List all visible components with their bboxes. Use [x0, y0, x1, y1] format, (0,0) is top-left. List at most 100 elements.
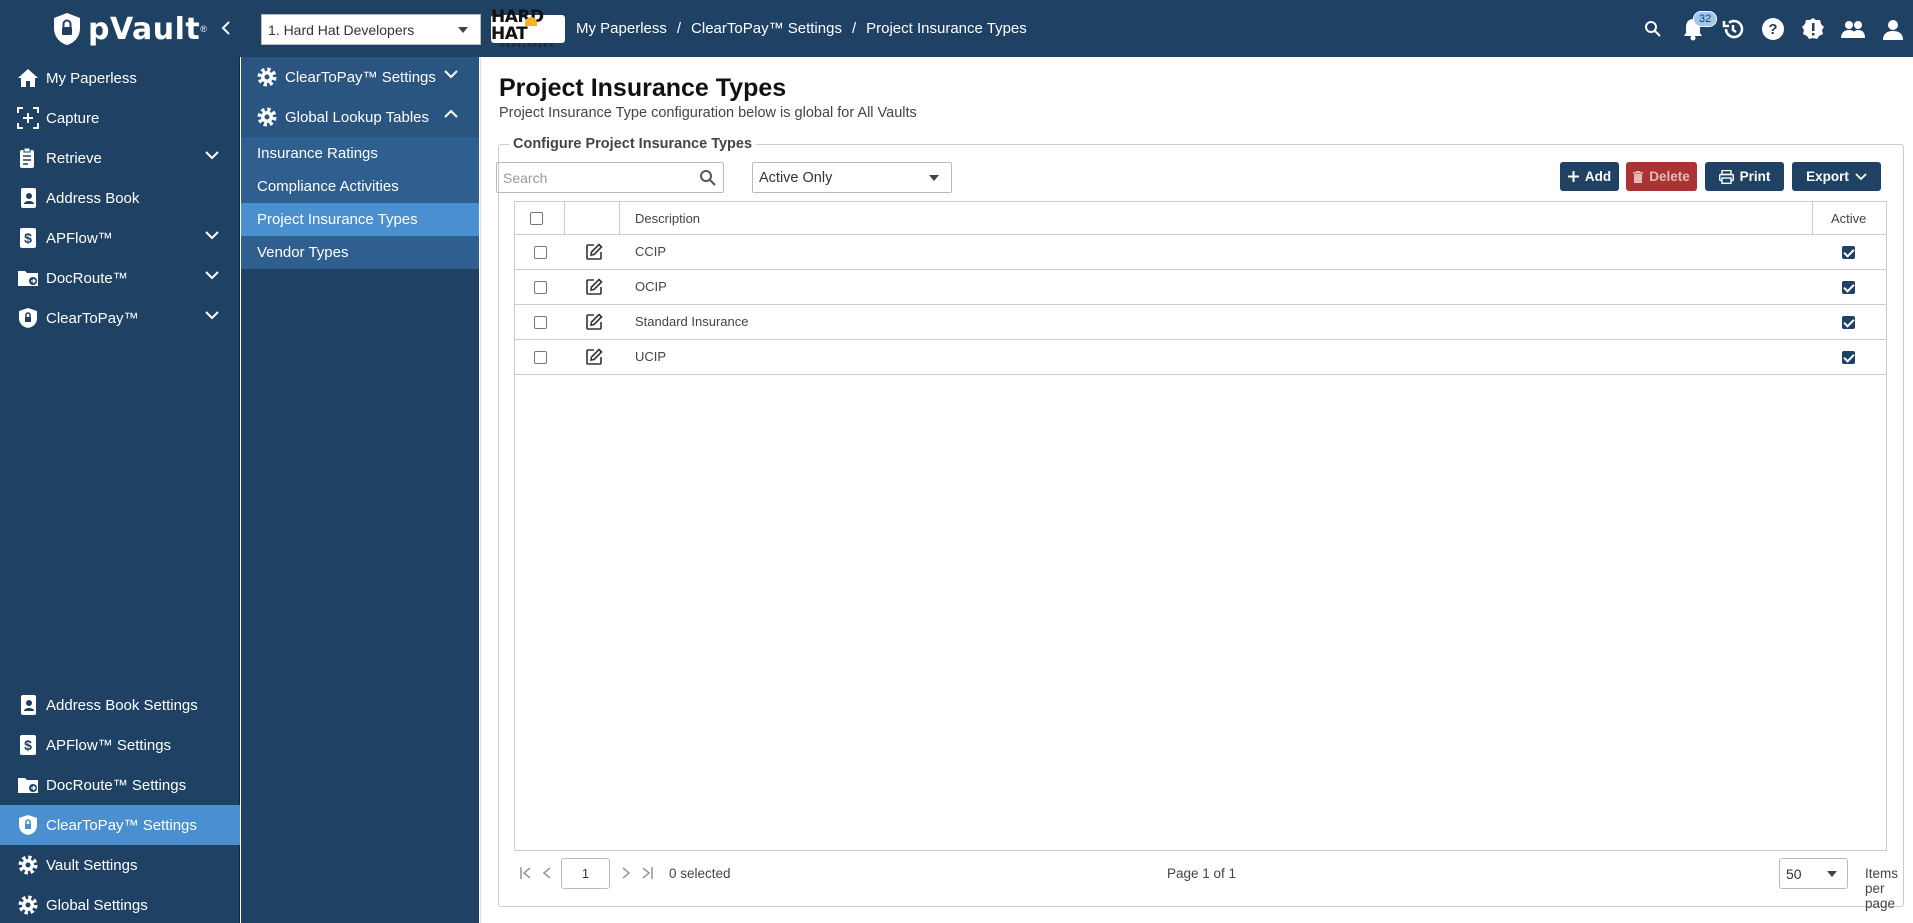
- table-row[interactable]: OCIP: [515, 270, 1886, 305]
- items-per-page-select[interactable]: 50: [1779, 858, 1848, 889]
- app-logo[interactable]: pVault ®: [52, 10, 207, 48]
- select-all-checkbox[interactable]: [530, 212, 543, 225]
- sidebar-item-capture[interactable]: Capture: [0, 98, 240, 138]
- notifications-button[interactable]: 32: [1673, 9, 1718, 49]
- sidebar-item-retrieve[interactable]: Retrieve: [0, 138, 240, 178]
- search-button[interactable]: [1633, 9, 1673, 49]
- chevron-down-icon: [205, 311, 219, 320]
- sidebar-item-docroute-settings[interactable]: DocRoute™ Settings: [0, 765, 240, 805]
- edit-icon[interactable]: [585, 278, 603, 296]
- home-icon: [16, 66, 40, 90]
- grid-header: Description Active: [515, 202, 1886, 235]
- table-row[interactable]: UCIP: [515, 340, 1886, 375]
- edit-icon[interactable]: [585, 243, 603, 261]
- row-select-checkbox[interactable]: [534, 281, 547, 294]
- next-page-icon[interactable]: [620, 866, 632, 880]
- row-active-checkbox[interactable]: [1842, 281, 1855, 294]
- row-select-checkbox[interactable]: [534, 246, 547, 259]
- svg-text:$: $: [24, 737, 32, 753]
- chevron-up-icon: [444, 109, 458, 118]
- app-name: pVault: [88, 11, 201, 47]
- search-field[interactable]: [496, 162, 724, 193]
- caret-down-icon: [929, 175, 939, 181]
- row-active-checkbox[interactable]: [1842, 351, 1855, 364]
- edit-icon[interactable]: [585, 348, 603, 366]
- gear-icon: [255, 65, 279, 89]
- subnav-section-cleartopay-settings[interactable]: ClearToPay™ Settings: [241, 57, 479, 97]
- retrieve-icon: [16, 146, 40, 170]
- previous-page-icon[interactable]: [541, 866, 553, 880]
- sidebar-item-cleartopay[interactable]: ClearToPay™: [0, 298, 240, 338]
- docroute-icon: [16, 773, 40, 797]
- subnav-section-global-lookup-tables[interactable]: Global Lookup Tables: [241, 97, 479, 137]
- settings-alert-button[interactable]: [1793, 9, 1833, 49]
- subnav-section-label: Global Lookup Tables: [285, 108, 429, 126]
- breadcrumb-item-my-paperless[interactable]: My Paperless: [576, 20, 667, 37]
- users-icon: [1841, 20, 1865, 38]
- row-active-checkbox[interactable]: [1842, 246, 1855, 259]
- sidebar-item-vault-settings[interactable]: Vault Settings: [0, 845, 240, 885]
- page-number-input[interactable]: 1: [561, 858, 610, 889]
- gear-icon: [16, 893, 40, 917]
- subnav-link-project-insurance-types[interactable]: Project Insurance Types: [241, 203, 479, 236]
- history-button[interactable]: [1713, 9, 1753, 49]
- page-number-value: 1: [581, 866, 590, 881]
- hard-hat-icon: [525, 17, 537, 26]
- column-divider: [564, 202, 565, 235]
- breadcrumb-item-cleartopay-settings[interactable]: ClearToPay™ Settings: [691, 20, 842, 37]
- column-divider: [1812, 202, 1813, 235]
- settings-subnav: ClearToPay™ Settings Global Lookup Table…: [241, 57, 479, 923]
- column-header-active[interactable]: Active: [1831, 211, 1866, 226]
- trash-icon: [1633, 170, 1644, 183]
- collapse-sidebar-button[interactable]: [215, 16, 237, 40]
- table-row[interactable]: Standard Insurance: [515, 305, 1886, 340]
- subnav-link-compliance-activities[interactable]: Compliance Activities: [241, 170, 479, 203]
- sidebar-item-docroute[interactable]: DocRoute™: [0, 258, 240, 298]
- delete-button[interactable]: Delete: [1626, 162, 1697, 191]
- apflow-icon: $: [16, 226, 40, 250]
- plus-icon: [1567, 171, 1579, 182]
- help-button[interactable]: ?: [1753, 9, 1793, 49]
- chevron-down-icon: [205, 231, 219, 240]
- active-filter-select[interactable]: Active Only: [752, 162, 952, 193]
- vault-select[interactable]: 1. Hard Hat Developers: [261, 14, 481, 45]
- export-button-label: Export: [1806, 169, 1849, 184]
- subnav-link-vendor-types[interactable]: Vendor Types: [241, 236, 479, 269]
- row-description: Standard Insurance: [635, 314, 749, 329]
- add-button[interactable]: Add: [1560, 162, 1619, 191]
- capture-icon: [16, 106, 40, 130]
- chevron-down-icon: [444, 70, 458, 79]
- sidebar-item-global-settings[interactable]: Global Settings: [0, 885, 240, 923]
- add-button-label: Add: [1584, 169, 1612, 184]
- sidebar-item-label: APFlow™ Settings: [46, 736, 172, 754]
- svg-text:?: ?: [1768, 21, 1777, 38]
- export-button[interactable]: Export: [1792, 162, 1881, 191]
- search-input[interactable]: [503, 169, 693, 186]
- print-button[interactable]: Print: [1705, 162, 1784, 191]
- row-select-checkbox[interactable]: [534, 316, 547, 329]
- company-logo-text: HARD HAT: [491, 7, 544, 44]
- sidebar-item-address-book[interactable]: Address Book: [0, 178, 240, 218]
- sidebar-item-apflow-settings[interactable]: $ APFlow™ Settings: [0, 725, 240, 765]
- selected-count: 0 selected: [669, 866, 731, 881]
- sidebar-item-apflow[interactable]: $ APFlow™: [0, 218, 240, 258]
- trademark: ®: [200, 24, 207, 34]
- sidebar-item-label: My Paperless: [46, 69, 137, 87]
- row-select-checkbox[interactable]: [534, 351, 547, 364]
- sidebar-item-label: Vault Settings: [46, 856, 138, 874]
- row-active-checkbox[interactable]: [1842, 316, 1855, 329]
- sidebar-item-my-paperless[interactable]: My Paperless: [0, 58, 240, 98]
- subnav-link-insurance-ratings[interactable]: Insurance Ratings: [241, 137, 479, 170]
- column-header-description[interactable]: Description: [635, 211, 700, 226]
- users-button[interactable]: [1833, 9, 1873, 49]
- edit-icon[interactable]: [585, 313, 603, 331]
- table-row[interactable]: CCIP: [515, 235, 1886, 270]
- print-button-label: Print: [1739, 169, 1771, 184]
- sidebar-item-cleartopay-settings[interactable]: ClearToPay™ Settings: [0, 805, 240, 845]
- sidebar-item-address-book-settings[interactable]: Address Book Settings: [0, 685, 240, 725]
- chevron-down-icon: [205, 151, 219, 160]
- first-page-icon[interactable]: [519, 866, 533, 880]
- cleartopay-icon: [16, 813, 40, 837]
- account-button[interactable]: [1873, 9, 1913, 49]
- last-page-icon[interactable]: [640, 866, 654, 880]
